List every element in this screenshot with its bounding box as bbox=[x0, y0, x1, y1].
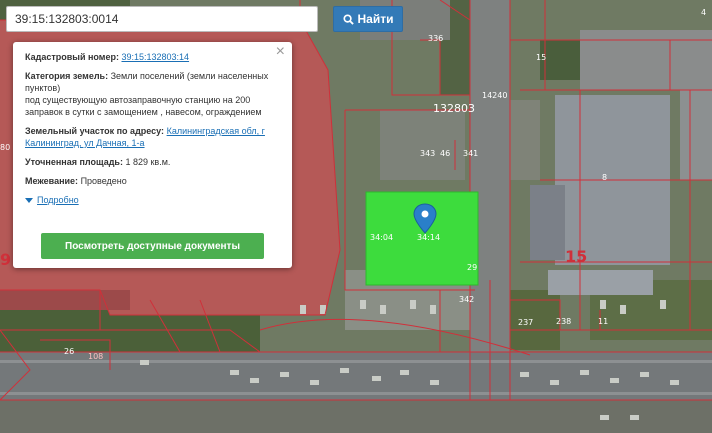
map-label: 34:04 bbox=[370, 233, 393, 242]
map-label: 29 bbox=[467, 263, 477, 272]
land-category-row: Категория земель: Земли поселений (земли… bbox=[25, 70, 282, 118]
survey-value: Проведено bbox=[80, 176, 127, 186]
area-label: Уточненная площадь: bbox=[25, 157, 123, 167]
map-label: 341 bbox=[463, 149, 478, 158]
cadastral-number-link[interactable]: 39:15:132803:14 bbox=[121, 52, 189, 62]
area-value: 1 829 кв.м. bbox=[125, 157, 171, 167]
survey-label: Межевание: bbox=[25, 176, 79, 186]
map-label: 15 bbox=[565, 247, 587, 266]
block-label: 132803 bbox=[433, 102, 475, 115]
map-label: 336 bbox=[428, 34, 443, 43]
search-input[interactable] bbox=[6, 6, 318, 32]
details-toggle[interactable]: Подробно bbox=[25, 194, 282, 206]
cadastral-number-row: Кадастровый номер: 39:15:132803:14 bbox=[25, 51, 282, 63]
survey-row: Межевание: Проведено bbox=[25, 175, 282, 187]
details-link[interactable]: Подробно bbox=[37, 194, 79, 206]
map-label: 34:14 bbox=[417, 233, 440, 242]
address-label: Земельный участок по адресу: bbox=[25, 126, 165, 136]
cadastral-number-label: Кадастровый номер: bbox=[25, 52, 119, 62]
area-row: Уточненная площадь: 1 829 кв.м. bbox=[25, 156, 282, 168]
search-button[interactable]: Найти bbox=[333, 6, 403, 32]
close-icon[interactable]: × bbox=[276, 44, 285, 60]
map-label: 80 bbox=[0, 143, 10, 152]
map-label: 343 bbox=[420, 149, 435, 158]
map-label: 14240 bbox=[482, 91, 507, 100]
map-label: 108 bbox=[88, 352, 103, 361]
search-button-label: Найти bbox=[357, 12, 394, 26]
parcel-info-popup: × Кадастровый номер: 39:15:132803:14 Кат… bbox=[13, 42, 292, 268]
map-label: 238 bbox=[556, 317, 571, 326]
address-row: Земельный участок по адресу: Калининград… bbox=[25, 125, 282, 149]
map-label: 46 bbox=[440, 149, 450, 158]
land-purpose-value: под существующую автозаправочную станцию… bbox=[25, 95, 262, 117]
map-label: 342 bbox=[459, 295, 474, 304]
map-label: 237 bbox=[518, 318, 533, 327]
map-label: 15 bbox=[536, 53, 546, 62]
search-icon bbox=[342, 13, 354, 25]
land-category-label: Категория земель: bbox=[25, 71, 109, 81]
triangle-down-icon bbox=[25, 197, 33, 203]
map-label: 4 bbox=[701, 8, 706, 17]
map-label: 8 bbox=[602, 173, 607, 182]
map-label: 26 bbox=[64, 347, 74, 356]
view-documents-button[interactable]: Посмотреть доступные документы bbox=[41, 233, 264, 259]
map-label: 9 bbox=[0, 250, 11, 269]
map-label: 11 bbox=[598, 317, 608, 326]
